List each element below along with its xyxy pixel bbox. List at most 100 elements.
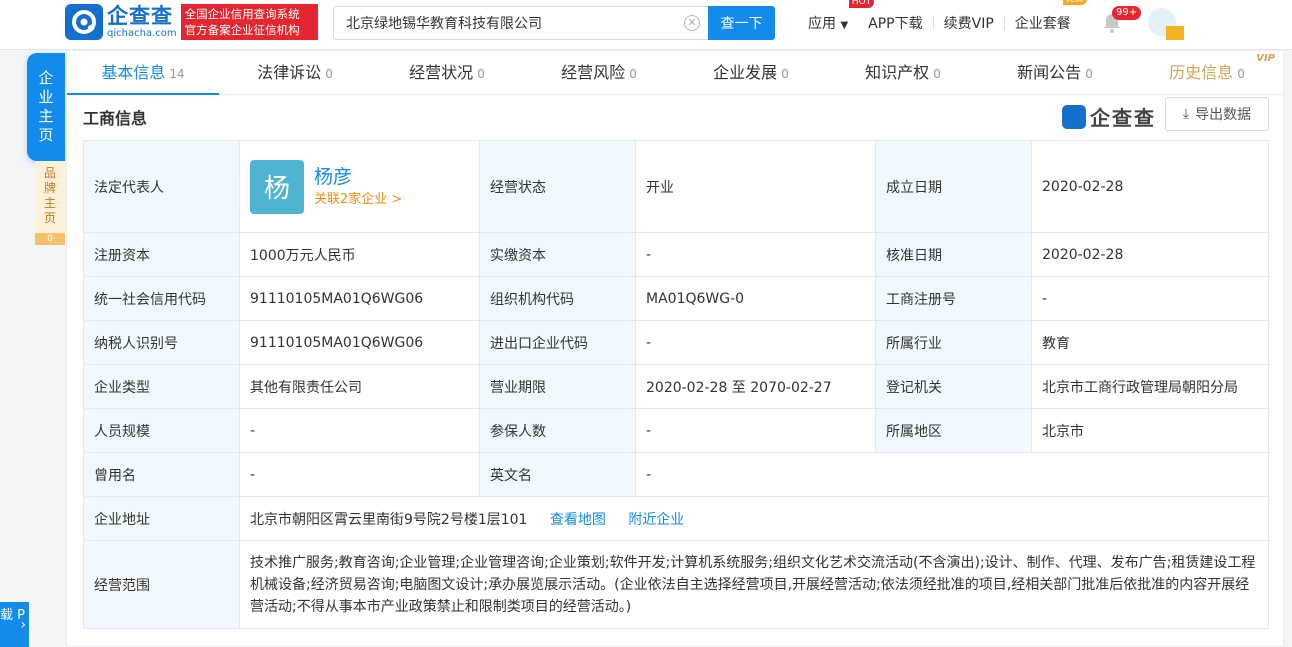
field-label: 英文名 xyxy=(479,452,636,497)
field-label: 核准日期 xyxy=(875,232,1032,277)
tab-label: 历史信息 xyxy=(1169,63,1234,82)
field-value: 北京市工商行政管理局朝阳分局 xyxy=(1031,364,1269,409)
badge-line-1: 全国企业信用查询系统 xyxy=(184,7,300,21)
business-info-table: 法定代表人 杨 杨彦 关联2家企业 > 经营状态 开业 成立日期 2020-02… xyxy=(83,140,1269,629)
brand-count: 0 xyxy=(35,233,65,245)
clear-icon[interactable]: ✕ xyxy=(684,15,700,31)
company-home-char: 业 xyxy=(38,88,54,106)
top-navbar: 企查查 qichacha.com 全国企业信用查询系统 官方备案企业征信机构 ✕… xyxy=(0,0,1292,50)
tab-count: 14 xyxy=(169,67,185,81)
search-button[interactable]: 查一下 xyxy=(708,6,775,40)
field-label: 注册资本 xyxy=(83,232,240,277)
notification-count: 99+ xyxy=(1112,6,1142,20)
field-label: 参保人数 xyxy=(479,408,636,453)
table-row: 纳税人识别号 91110105MA01Q6WG06 进出口企业代码 - 所属行业… xyxy=(83,320,1269,365)
field-value: MA01Q6WG-0 xyxy=(635,276,876,321)
field-label: 经营范围 xyxy=(83,540,240,629)
company-home-char: 页 xyxy=(38,126,54,144)
tab-label: 新闻公告 xyxy=(1017,63,1082,82)
brand-home-char: 页 xyxy=(43,211,56,225)
legal-rep-name[interactable]: 杨彦 xyxy=(314,164,402,190)
tab-count: 0 xyxy=(1085,67,1093,81)
watermark-logo: 企查查 xyxy=(1062,102,1156,131)
business-scope-value: 技术推广服务;教育咨询;企业管理;企业管理咨询;企业策划;软件开发;计算机系统服… xyxy=(239,540,1269,629)
view-map-link[interactable]: 查看地图 xyxy=(550,512,606,528)
field-label: 登记机关 xyxy=(875,364,1032,409)
tab-label: 基本信息 xyxy=(101,63,166,82)
tab-ip[interactable]: 知识产权 0 xyxy=(827,51,979,94)
tab-basic-info[interactable]: 基本信息 14 xyxy=(67,51,219,95)
free-badge: 免费 xyxy=(1062,0,1087,5)
logo-domain: qichacha.com xyxy=(107,28,177,39)
vip-tag: VIP xyxy=(1256,53,1275,64)
table-row: 曾用名 - 英文名 - xyxy=(83,452,1269,497)
logo-icon xyxy=(65,4,103,40)
field-label: 曾用名 xyxy=(83,452,240,497)
badge-line-2: 官方备案企业征信机构 xyxy=(184,23,300,37)
field-value: 教育 xyxy=(1031,320,1269,365)
table-row: 统一社会信用代码 91110105MA01Q6WG06 组织机构代码 MA01Q… xyxy=(83,276,1269,321)
tab-label: 经营状况 xyxy=(409,63,474,82)
field-value: - xyxy=(635,452,1269,497)
logo-icon xyxy=(1062,104,1086,129)
export-button[interactable]: ⤓ 导出数据 xyxy=(1165,97,1269,131)
field-label: 统一社会信用代码 xyxy=(83,276,240,321)
field-label: 企业类型 xyxy=(83,364,240,409)
site-logo[interactable]: 企查查 qichacha.com 全国企业信用查询系统 官方备案企业征信机构 xyxy=(65,4,318,40)
nav-app-download[interactable]: APP下载 xyxy=(858,13,932,33)
field-value: 北京市 xyxy=(1031,408,1269,453)
company-home-tab[interactable]: 企 业 主 页 xyxy=(27,53,65,161)
tab-count: 0 xyxy=(325,67,333,81)
legal-rep-cell: 杨 杨彦 关联2家企业 > xyxy=(239,140,480,233)
table-row: 人员规模 - 参保人数 - 所属地区 北京市 xyxy=(83,408,1269,453)
field-value: 91110105MA01Q6WG06 xyxy=(239,320,480,365)
field-label: 实缴资本 xyxy=(479,232,636,277)
field-value: 91110105MA01Q6WG06 xyxy=(239,276,480,321)
address-value: 北京市朝阳区霄云里南街9号院2号楼1层101 xyxy=(250,511,528,528)
field-label: 工商注册号 xyxy=(875,276,1032,321)
user-avatar[interactable] xyxy=(1142,8,1186,40)
tab-operation[interactable]: 经营状况 0 xyxy=(371,51,523,94)
address-cell: 北京市朝阳区霄云里南街9号院2号楼1层101 查看地图 附近企业 xyxy=(239,496,1269,541)
field-value: - xyxy=(635,320,876,365)
tab-development[interactable]: 企业发展 0 xyxy=(675,51,827,94)
app-download-float[interactable]: 载 P › xyxy=(0,602,29,647)
field-label: 纳税人识别号 xyxy=(83,320,240,365)
field-label: 成立日期 xyxy=(875,140,1032,233)
nearby-companies-link[interactable]: 附近企业 xyxy=(628,512,684,528)
field-value: 2020-02-28 xyxy=(1031,232,1269,277)
brand-home-tab[interactable]: 品 牌 主 页 0 xyxy=(35,161,65,245)
brand-home-char: 品 xyxy=(43,166,56,180)
table-row: 经营范围 技术推广服务;教育咨询;企业管理;企业管理咨询;企业策划;软件开发;计… xyxy=(83,540,1269,629)
caret-down-icon: ▼ xyxy=(840,20,849,31)
table-row: 注册资本 1000万元人民币 实缴资本 - 核准日期 2020-02-28 xyxy=(83,232,1269,277)
nav-renew-vip[interactable]: 续费VIP xyxy=(934,13,1004,33)
watermark-text: 企查查 xyxy=(1090,106,1156,130)
brand-home-char: 主 xyxy=(43,196,56,210)
logo-certification-badge: 全国企业信用查询系统 官方备案企业征信机构 xyxy=(180,4,318,40)
field-label: 所属地区 xyxy=(875,408,1032,453)
nav-apps-label: 应用 xyxy=(808,16,836,32)
tab-risk[interactable]: 经营风险 0 xyxy=(523,51,675,94)
field-value: 1000万元人民币 xyxy=(239,232,480,277)
field-label: 营业期限 xyxy=(479,364,636,409)
field-value: 开业 xyxy=(635,140,876,233)
search-bar: ✕ 查一下 xyxy=(333,6,775,40)
field-label: 企业地址 xyxy=(83,496,240,541)
tab-news[interactable]: 新闻公告 0 xyxy=(979,51,1131,94)
tab-count: 0 xyxy=(477,67,485,81)
field-value: - xyxy=(239,452,480,497)
table-row: 企业类型 其他有限责任公司 营业期限 2020-02-28 至 2070-02-… xyxy=(83,364,1269,409)
search-input[interactable] xyxy=(334,7,708,39)
tab-legal[interactable]: 法律诉讼 0 xyxy=(219,51,371,94)
related-companies-link[interactable]: 关联2家企业 > xyxy=(314,190,402,210)
tab-history[interactable]: 历史信息 0 VIP xyxy=(1131,51,1283,94)
field-value: - xyxy=(635,408,876,453)
tab-count: 0 xyxy=(933,67,941,81)
nav-apps[interactable]: 应用 ▼ HOT xyxy=(798,0,875,33)
tab-label: 经营风险 xyxy=(561,63,626,82)
download-icon: ⤓ xyxy=(1182,106,1190,122)
section-title: 工商信息 xyxy=(83,109,148,128)
nav-package[interactable]: 企业套餐 免费 xyxy=(1005,0,1087,33)
field-value: - xyxy=(635,232,876,277)
